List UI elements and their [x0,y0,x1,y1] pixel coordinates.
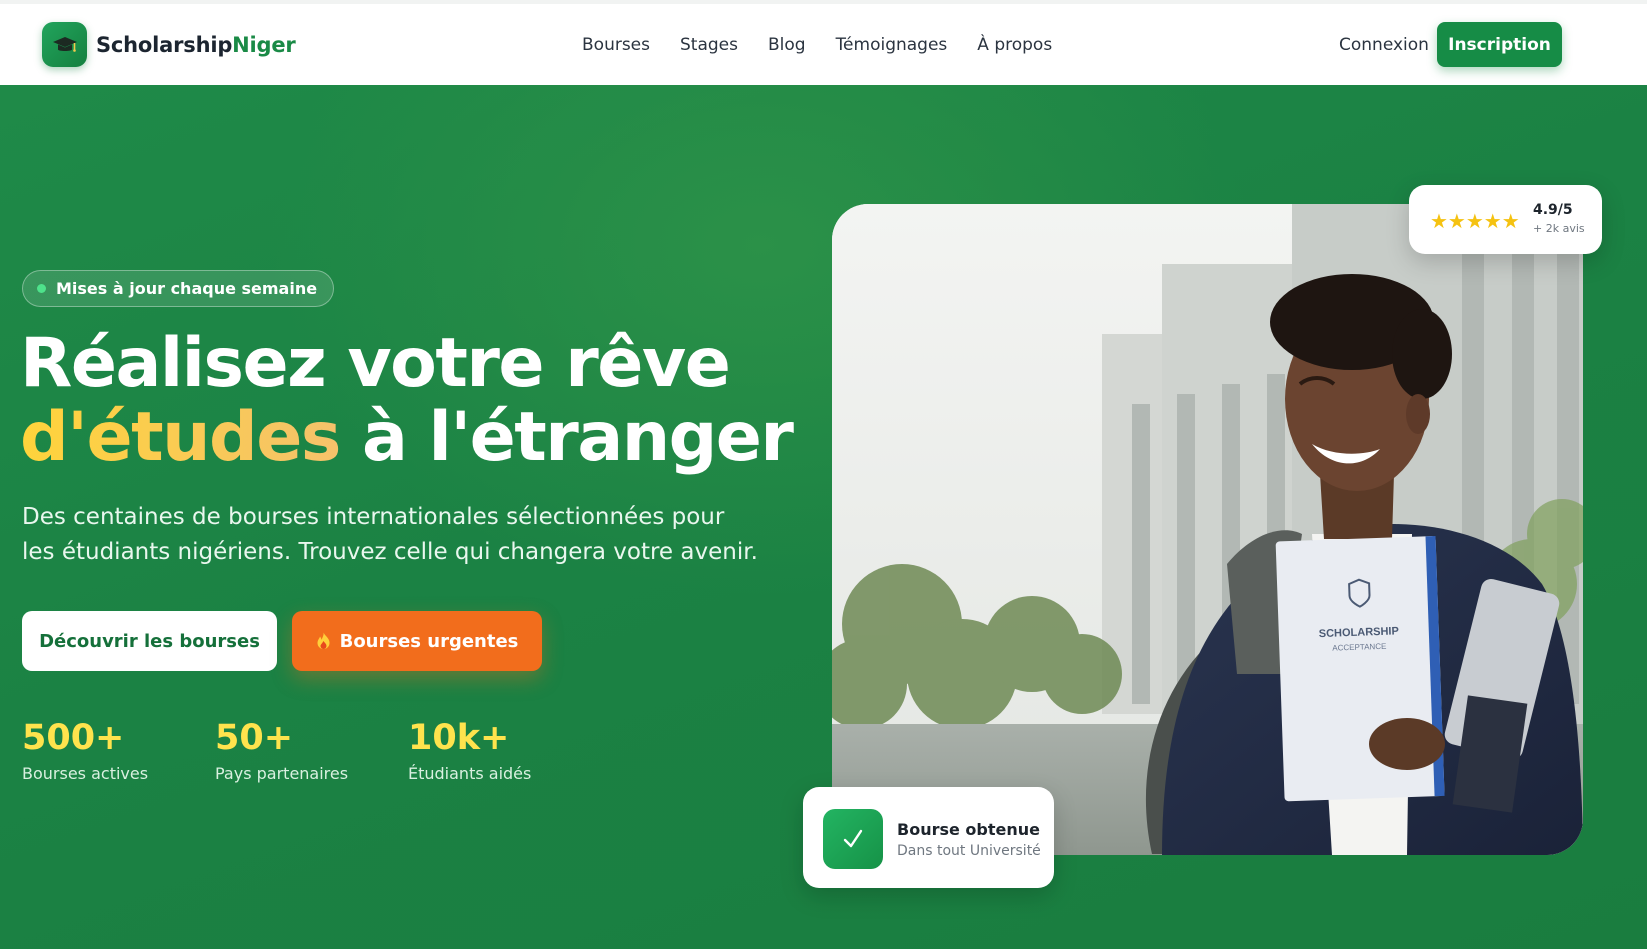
weekly-update-text: Mises à jour chaque semaine [56,279,318,298]
main-nav: Bourses Stages Blog Témoignages À propos [582,35,1052,55]
award-subtitle: Dans tout Université [897,843,1041,859]
urgent-scholarships-button[interactable]: Bourses urgentes [292,611,542,671]
discover-scholarships-button[interactable]: Découvrir les bourses [22,611,277,671]
stat-partner-countries: 50+ Pays partenaires [215,718,349,784]
scholarship-obtained-card: Bourse obtenue Dans tout Université [803,787,1054,888]
hero-title-rest: à l'étranger [339,398,794,477]
weekly-update-badge: Mises à jour chaque semaine [22,270,335,307]
hero-subtitle: Des centaines de bourses internationales… [22,504,758,565]
review-count: + 2k avis [1533,222,1585,235]
stat-value: 10k+ [408,718,510,758]
nav-link-temoignages[interactable]: Témoignages [836,35,948,55]
graduation-cap-icon [52,36,77,52]
nav-link-stages[interactable]: Stages [680,35,738,55]
stat-students-helped: 10k+ Étudiants aidés [408,718,532,784]
logo[interactable] [42,22,87,67]
hero-title-highlight: d'études [20,398,341,477]
nav-link-bourses[interactable]: Bourses [582,35,650,55]
status-dot-icon [37,284,46,293]
stat-label: Étudiants aidés [408,764,532,783]
award-title: Bourse obtenue [897,820,1040,839]
stat-value: 50+ [215,718,294,758]
login-link[interactable]: Connexion [1339,35,1429,55]
brand-name-part2: Niger [232,33,296,57]
stat-label: Pays partenaires [215,764,349,783]
hero-title-line1: Réalisez votre rêve [20,324,731,403]
brand-name-part1: Scholarship [96,33,233,57]
rating-value: 4.9/5 [1533,202,1573,218]
nav-link-a-propos[interactable]: À propos [977,35,1052,55]
navbar: ScholarshipNiger Bourses Stages Blog Tém… [0,4,1647,85]
stat-value: 500+ [22,718,125,758]
student-photo: SCHOLARSHIP ACCEPTANCE [832,204,1583,855]
brand-name[interactable]: ScholarshipNiger [96,33,296,57]
nav-link-blog[interactable]: Blog [768,35,806,55]
stat-label: Bourses actives [22,764,149,783]
hero-title-line2: d'études à l'étranger [20,404,794,472]
rating-stars-icon: ★★★★★ [1430,209,1520,233]
hero-section: Mises à jour chaque semaine Réalisez vot… [0,85,1647,949]
fire-icon [317,632,330,649]
folder-subtitle: ACCEPTANCE [1332,642,1386,653]
signup-button[interactable]: Inscription [1437,22,1562,67]
urgent-scholarships-label: Bourses urgentes [339,630,519,652]
check-icon [823,809,883,869]
student-illustration: SCHOLARSHIP ACCEPTANCE [832,204,1583,855]
stat-active-scholarships: 500+ Bourses actives [22,718,149,784]
rating-card: ★★★★★ 4.9/5 + 2k avis [1409,185,1602,254]
